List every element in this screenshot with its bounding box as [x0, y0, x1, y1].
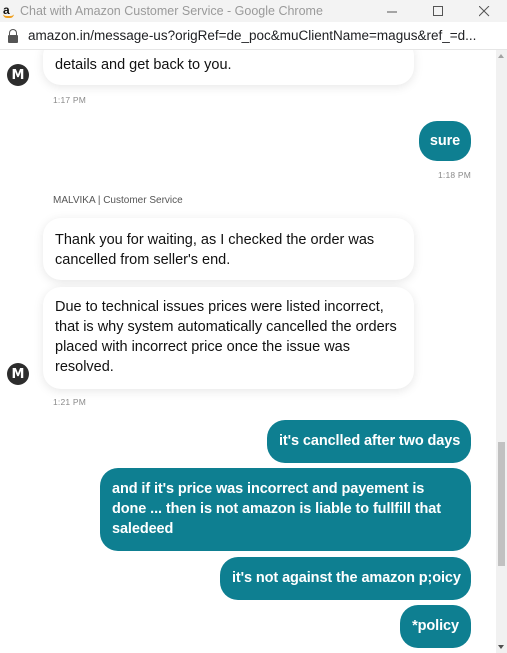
scroll-down-arrow-icon[interactable] [498, 645, 504, 649]
agent-message: Due to technical issues prices were list… [43, 287, 414, 389]
agent-sender-name: MALVIKA | Customer Service [53, 195, 183, 206]
chat-transcript: details and get back to you. M 1:17 PM s… [0, 50, 496, 653]
window-controls [369, 0, 507, 22]
lock-icon[interactable] [8, 28, 18, 43]
user-message: and if it's price was incorrect and paye… [100, 468, 471, 551]
window-title: Chat with Amazon Customer Service - Goog… [20, 4, 323, 18]
user-message: sure [419, 121, 471, 161]
maximize-icon [432, 5, 443, 16]
user-message: it's canclled after two days [267, 420, 471, 463]
message-timestamp: 1:17 PM [53, 95, 87, 105]
user-message: *policy [400, 605, 471, 648]
maximize-button[interactable] [415, 0, 461, 22]
minimize-icon [386, 11, 397, 12]
close-button[interactable] [461, 0, 507, 22]
window-titlebar: a Chat with Amazon Customer Service - Go… [0, 0, 507, 22]
message-timestamp: 1:21 PM [53, 397, 87, 407]
user-message: it's not against the amazon p;oicy [220, 557, 471, 600]
close-icon [478, 5, 489, 16]
scrollbar-thumb[interactable] [498, 442, 505, 566]
agent-message: details and get back to you. [43, 50, 414, 85]
address-bar: amazon.in/message-us?origRef=de_poc&muCl… [0, 22, 507, 50]
agent-message: Thank you for waiting, as I checked the … [43, 218, 414, 280]
chat-scrollbar[interactable] [496, 50, 507, 653]
minimize-button[interactable] [369, 0, 415, 22]
agent-avatar: M [7, 64, 29, 86]
amazon-favicon-icon: a [3, 4, 15, 18]
url-text[interactable]: amazon.in/message-us?origRef=de_poc&muCl… [28, 28, 498, 43]
agent-avatar: M [7, 363, 29, 385]
scroll-up-arrow-icon[interactable] [498, 54, 504, 58]
message-timestamp: 1:18 PM [438, 170, 472, 180]
